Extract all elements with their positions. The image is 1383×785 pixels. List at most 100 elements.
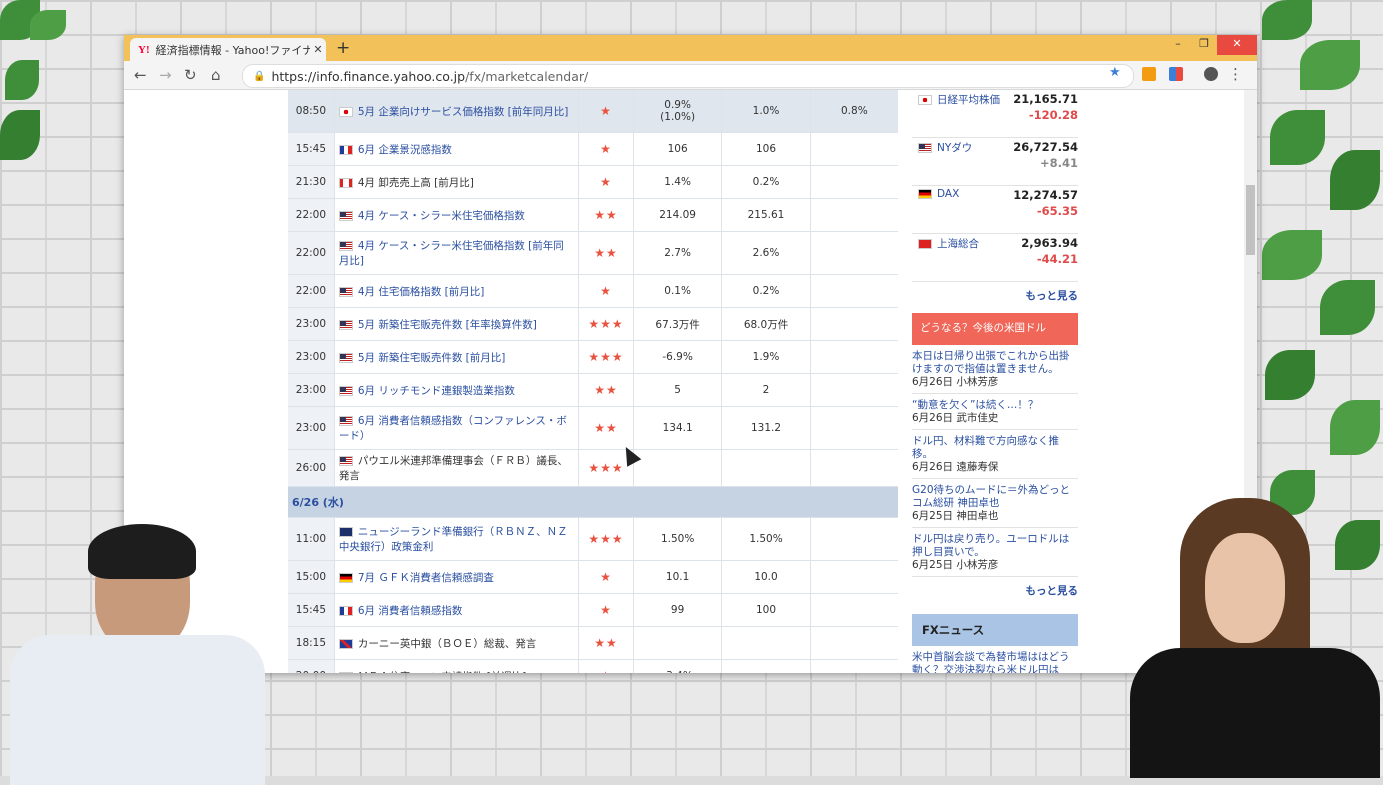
bookmark-star-icon[interactable]: ★ [1109,65,1121,80]
indicator-label: パウエル米連邦準備理事会（ＦＲＢ）議長、発言 [338,455,568,482]
close-window-icon[interactable]: ✕ [1217,35,1257,55]
market-index-item[interactable]: 日経平均株価 21,165.71 -120.28 [912,90,1078,138]
event-indicator[interactable]: 6月 企業景況感指数 [333,132,580,166]
indicator-label[interactable]: 4月 住宅価格指数 [前月比] [358,286,485,298]
usd-outlook-banner[interactable]: どうなる？今後の米国ドル [912,313,1078,345]
browser-tab[interactable]: Y! 経済指標情報 - Yahoo!ファイナンス ✕ [130,38,326,61]
market-name[interactable]: 日経平均株価 [937,94,1000,106]
importance-stars: ★★★ [578,340,634,374]
indicator-label[interactable]: 5月 新築住宅販売件数 [年率換算件数] [358,319,537,331]
event-indicator: ＭＢＡ住宅ローン申請指数 [前週比] [333,659,580,674]
event-indicator[interactable]: 5月 企業向けサービス価格指数 [前年同月比] [333,90,580,133]
fx-news-item[interactable]: 米中首脳会談で為替市場ははどう動く？交渉決裂なら米ドル円は [912,651,1078,673]
calendar-row: 22:00 4月 住宅価格指数 [前月比] ★ 0.1% 0.2% [288,274,898,308]
previous-value: 214.09 [633,198,723,232]
indicator-label[interactable]: ニュージーランド準備銀行（ＲＢＮＺ、ＮＺ中央銀行）政策金利 [339,526,568,553]
us-flag-icon [338,352,353,363]
market-index-item[interactable]: NYダウ 26,727.54 +8.41 [912,138,1078,186]
column-news-item[interactable]: 本日は日帰り出張でこれから出掛けますので指値は置きません。 6月26日 小林芳彦 [912,345,1078,394]
scrollbar-thumb[interactable] [1246,185,1255,255]
importance-stars: ★★ [578,626,634,660]
event-indicator[interactable]: 6月 リッチモンド連銀製造業指数 [333,373,580,407]
indicator-label[interactable]: 6月 企業景況感指数 [358,144,452,156]
event-indicator[interactable]: 4月 住宅価格指数 [前月比] [333,274,580,308]
previous-value: 5 [633,373,723,407]
indicator-label[interactable]: 4月 ケース・シラー米住宅価格指数 [358,210,525,222]
calendar-row: 23:00 6月 消費者信頼感指数（コンファレンス・ボード） ★★ 134.1 131.… [288,406,898,450]
forecast-value: 2.6% [721,231,811,275]
event-indicator[interactable]: 5月 新築住宅販売件数 [年率換算件数] [333,307,580,341]
event-indicator[interactable]: 4月 ケース・シラー米住宅価格指数 [前年同月比] [333,231,580,275]
event-time: 15:45 [288,593,335,627]
calendar-row: 20:00 ＭＢＡ住宅ローン申請指数 [前週比] ★-3.4% [288,659,898,674]
market-index-item[interactable]: DAX 12,274.57 -65.35 [912,186,1078,234]
new-tab-icon[interactable]: + [336,38,350,58]
column-news-item[interactable]: ドル円は戻り売り。ユーロドルは押し目買いで。 6月25日 小林芳彦 [912,528,1078,577]
market-name[interactable]: NYダウ [937,142,972,154]
forecast-value: 2 [721,373,811,407]
tab-title: 経済指標情報 - Yahoo!ファイナンス [155,43,310,57]
column-news-item[interactable]: G20待ちのムードに＝外為どっとコム総研 神田卓也 6月25日 神田卓也 [912,479,1078,528]
more-markets-link[interactable]: もっと見る [912,282,1079,313]
indicator-label[interactable]: 6月 リッチモンド連銀製造業指数 [358,385,515,397]
news-headline[interactable]: ドル円は戻り売り。ユーロドルは押し目買いで。 [912,533,1078,559]
forecast-value: 1.9% [721,340,811,374]
previous-value [633,626,723,660]
indicator-label[interactable]: 6月 消費者信頼感指数（コンファレンス・ボード） [339,415,567,442]
importance-stars: ★★ [578,373,634,407]
reload-icon[interactable]: ↻ [184,66,197,84]
event-indicator: カーニー英中銀（ＢＯＥ）総裁、発言 [333,626,580,660]
calendar-row: 23:00 5月 新築住宅販売件数 [年率換算件数] ★★★ 67.3万件 68.0万件 [288,307,898,341]
minimize-icon[interactable]: – [1165,35,1191,55]
extension-chart-icon[interactable] [1142,67,1156,81]
indicator-label[interactable]: 5月 企業向けサービス価格指数 [前年同月比] [358,106,569,118]
market-index-item[interactable]: 上海総合 2,963.94 -44.21 [912,234,1078,282]
result-value [810,165,898,199]
market-name[interactable]: DAX [937,188,959,200]
column-news-item[interactable]: “動意を欠く”は続く…！？ 6月26日 武市佳史 [912,394,1078,430]
event-indicator[interactable]: 5月 新築住宅販売件数 [前月比] [333,340,580,374]
event-indicator[interactable]: ニュージーランド準備銀行（ＲＢＮＺ、ＮＺ中央銀行）政策金利 [333,517,580,561]
back-icon[interactable]: ← [134,66,147,84]
news-headline[interactable]: 本日は日帰り出張でこれから出掛けますので指値は置きません。 [912,350,1078,376]
event-indicator[interactable]: 6月 消費者信頼感指数（コンファレンス・ボード） [333,406,580,450]
indicator-label: ＭＢＡ住宅ローン申請指数 [前週比] [358,671,527,674]
menu-dots-icon[interactable]: ⋮ [1228,65,1243,83]
indicator-label[interactable]: 7月 ＧＦＫ消費者信頼感調査 [358,572,494,584]
forward-icon[interactable]: → [159,66,172,84]
news-headline[interactable]: ドル円、材料難で方向感なく推移。 [912,435,1078,461]
presenter-man [0,520,270,785]
event-indicator[interactable]: 7月 ＧＦＫ消費者信頼感調査 [333,560,580,594]
home-icon[interactable]: ⌂ [211,66,221,84]
economic-calendar-table: 08:50 5月 企業向けサービス価格指数 [前年同月比] ★ 0.9% (1.0%)… [288,90,898,673]
fr-flag-icon [338,144,353,155]
indicator-label[interactable]: 4月 ケース・シラー米住宅価格指数 [前年同月比] [339,240,564,267]
event-time: 23:00 [288,406,335,450]
news-meta: 6月25日 小林芳彦 [912,559,999,571]
event-time: 08:50 [288,90,335,133]
calendar-row: 11:00 ニュージーランド準備銀行（ＲＢＮＺ、ＮＺ中央銀行）政策金利 ★★★ 1.5… [288,517,898,561]
market-change: -65.35 [1036,204,1078,218]
indicator-label[interactable]: 6月 消費者信頼感指数 [358,605,463,617]
yahoo-favicon-icon: Y! [138,43,150,56]
column-news-item[interactable]: ドル円、材料難で方向感なく推移。 6月26日 遠藤寿保 [912,430,1078,479]
indicator-label[interactable]: 5月 新築住宅販売件数 [前月比] [358,352,506,364]
result-value [810,198,898,232]
sidebar: 日経平均株価 21,165.71 -120.28 NYダウ 26,727.54 +8.41… [912,90,1078,673]
event-time: 22:00 [288,274,335,308]
address-bar[interactable]: 🔒 https://info.finance.yahoo.co.jp/fx/ma… [242,64,1134,88]
event-indicator[interactable]: 6月 消費者信頼感指数 [333,593,580,627]
previous-value: 0.1% [633,274,723,308]
event-indicator[interactable]: 4月 ケース・シラー米住宅価格指数 [333,198,580,232]
maximize-icon[interactable]: ❐ [1191,35,1217,55]
market-name[interactable]: 上海総合 [937,238,979,250]
close-tab-icon[interactable]: ✕ [310,43,326,56]
calendar-row: 22:00 4月 ケース・シラー米住宅価格指数 [前年同月比] ★★ 2.7% 2.6% [288,231,898,275]
result-value [810,373,898,407]
news-headline[interactable]: “動意を欠く”は続く…！？ [912,399,1078,412]
more-columns-link[interactable]: もっと見る [912,577,1079,608]
news-headline[interactable]: G20待ちのムードに＝外為どっとコム総研 神田卓也 [912,484,1078,510]
extension-office-icon[interactable] [1169,67,1183,81]
profile-icon[interactable] [1204,67,1218,81]
previous-value: -3.4% [633,659,723,673]
